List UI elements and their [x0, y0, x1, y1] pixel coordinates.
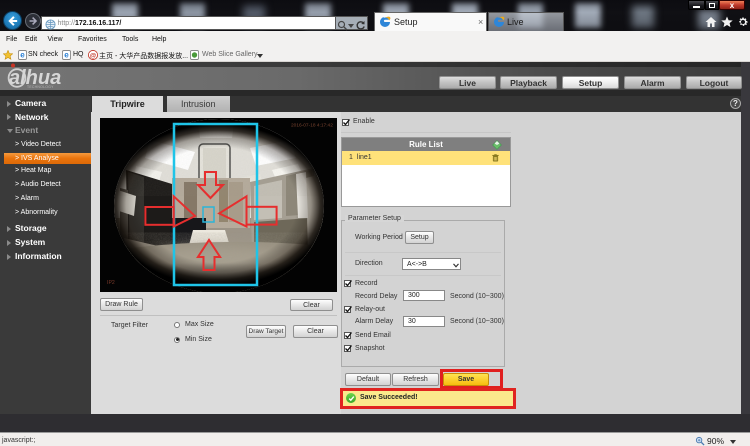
svg-text:e: e — [64, 51, 69, 60]
svg-text:@: @ — [90, 53, 97, 60]
svg-text:e: e — [20, 51, 25, 60]
svg-text:2016-07-18 4:17:42: 2016-07-18 4:17:42 — [291, 123, 333, 129]
svg-text:TECHNOLOGY: TECHNOLOGY — [27, 85, 54, 89]
svg-text:IP2: IP2 — [107, 280, 115, 286]
